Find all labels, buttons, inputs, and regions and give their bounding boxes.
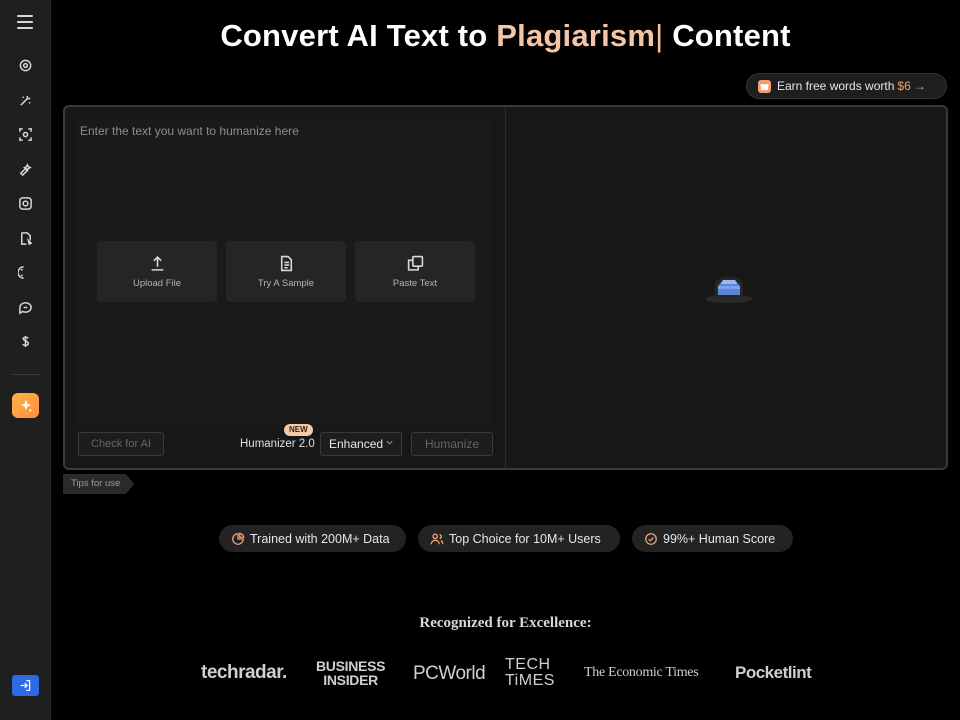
logo-bi-line2: INSIDER [323,672,378,688]
earn-free-words-button[interactable]: Earn free words worth $6 → [746,73,947,99]
page-title: Convert AI Text to Plagiarism| Content [51,18,960,54]
earn-text: Earn free words worth [777,79,895,93]
logo-tt-line1: TECH [505,656,551,673]
recognized-heading: Recognized for Excellence: [419,615,592,631]
upload-icon [151,255,163,271]
mode-select[interactable]: Enhanced [320,432,402,456]
upload-file-label: Upload File [132,277,182,289]
ai-detector-icon[interactable] [17,57,34,74]
moon-icon[interactable] [17,264,34,281]
pill-trained-data: Trained with 200M+ Data [219,525,406,552]
humanizer-icon[interactable] [17,92,34,109]
document-icon [280,255,292,271]
input-pane: Enter the text you want to humanize here… [65,107,506,468]
try-sample-button[interactable]: Try A Sample [226,241,346,302]
pill-top-choice: Top Choice for 10M+ Users [418,525,620,552]
paste-text-button[interactable]: Paste Text [355,241,475,302]
copy-icon [407,255,423,271]
check-circle-icon [645,532,657,545]
sidebar-divider [12,374,40,375]
logo-economic-times: The Economic Times [584,665,699,680]
login-icon[interactable] [12,675,39,696]
magic-icon[interactable] [17,161,34,178]
pill-label: Trained with 200M+ Data [250,531,390,546]
editor-panel: Enter the text you want to humanize here… [63,105,948,470]
logo-techtimes: TECH TiMES [505,657,555,689]
sidebar [0,0,51,720]
pill-human-score: 99%+ Human Score [632,525,793,552]
humanize-button[interactable]: Humanize [411,432,493,456]
paste-text-label: Paste Text [392,277,438,289]
dollar-icon[interactable] [17,333,34,350]
quick-actions: Upload File Try A Sample Paste Text [97,241,475,302]
menu-icon[interactable] [17,15,33,29]
logo-tt-line2: TiMES [505,672,555,689]
pill-label: Top Choice for 10M+ Users [449,531,601,546]
mode-value: Enhanced [329,437,384,451]
title-prefix: Convert AI Text to [220,18,488,53]
chart-icon [232,532,245,545]
new-badge: NEW [284,424,313,436]
logo-business-insider: BUSINESS INSIDER [316,659,385,687]
upload-file-button[interactable]: Upload File [97,241,217,302]
empty-output-illustration [705,277,753,303]
chevron-down-icon [386,440,393,445]
users-icon [430,533,444,544]
input-placeholder: Enter the text you want to humanize here [80,124,299,138]
target-icon[interactable] [17,195,34,212]
title-suffix: Content [672,18,791,53]
earn-amount: $6 → [897,79,927,93]
logo-pcworld: PCWorld [413,663,486,684]
scan-icon[interactable] [17,126,34,143]
typing-cursor: | [655,18,664,53]
tips-for-use-tab[interactable]: Tips for use [63,474,135,494]
file-edit-icon[interactable] [17,230,34,247]
title-accent-word: Plagiarism [496,18,656,53]
model-label: Humanizer 2.0 [240,438,315,450]
logo-techradar: techradar. [201,662,287,683]
logo-pocketlint: Pocketlint [735,663,812,682]
pill-label: 99%+ Human Score [663,531,776,546]
output-pane [507,107,946,468]
chat-icon[interactable] [17,299,34,316]
try-sample-label: Try A Sample [257,277,315,289]
gift-icon [758,79,771,93]
check-for-ai-button[interactable]: Check for AI [78,432,164,456]
logo-bi-line1: BUSINESS [316,658,386,674]
premium-sparkle-icon[interactable] [12,393,39,418]
